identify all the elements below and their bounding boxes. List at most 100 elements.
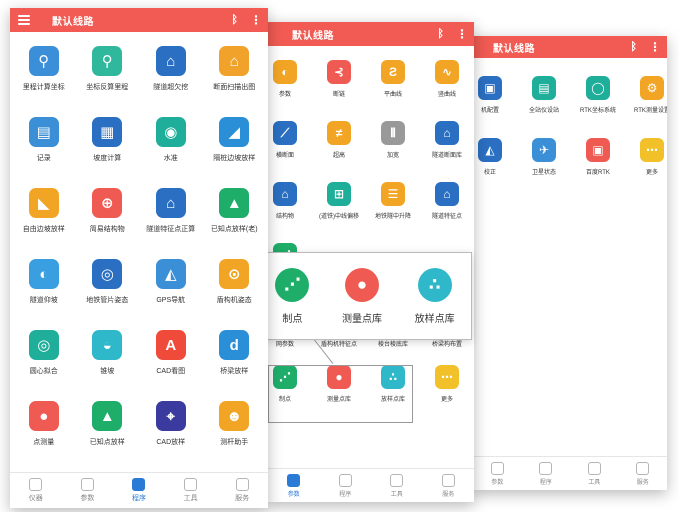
app-icon: ◭ xyxy=(478,138,502,162)
tab-params[interactable]: 参数 xyxy=(80,478,94,503)
app-tile[interactable]: ▲ 已知点放样 xyxy=(76,395,140,466)
app-tile-label: CAD放样 xyxy=(156,439,186,446)
app-tile[interactable]: ◉ 水准 xyxy=(139,111,203,182)
app-tile[interactable]: d 桥梁放样 xyxy=(203,324,267,395)
more-vert-icon[interactable]: ⋮ xyxy=(456,28,468,40)
tab-tools[interactable]: 工具 xyxy=(587,461,601,486)
app-tile[interactable]: ⚲ 里程计算坐标 xyxy=(12,40,76,111)
tab-params[interactable]: 参数 xyxy=(490,461,504,486)
app-tile-label: 更多 xyxy=(440,397,453,403)
app-icon: ⌂ xyxy=(435,121,459,145)
tab-service[interactable]: 服务 xyxy=(235,478,249,503)
app-tile[interactable]: ⫴ 加宽 xyxy=(366,115,420,176)
app-tile[interactable]: ⊕ 简易结构物 xyxy=(76,182,140,253)
app-tile[interactable]: ✈ 卫星状态 xyxy=(517,132,571,194)
tab-label: 程序 xyxy=(539,479,552,486)
app-tile[interactable]: ⋯ 更多 xyxy=(420,359,474,420)
app-bar: 默认线路 ᛒ ⋮ xyxy=(268,22,474,46)
app-tile-label: 圆心拟合 xyxy=(29,368,58,375)
app-tile[interactable]: ▣ 百度RTK xyxy=(571,132,625,194)
tools-tab-icon xyxy=(184,478,198,491)
app-tile-label: 锥坡 xyxy=(100,368,115,375)
app-tile[interactable]: ☻ 测杆助手 xyxy=(203,395,267,466)
menu-icon[interactable] xyxy=(18,15,30,25)
app-tile[interactable]: ◎ 地铁管片姿态 xyxy=(76,253,140,324)
tab-program[interactable]: 程序 xyxy=(338,473,352,498)
tab-program[interactable]: 程序 xyxy=(132,478,146,503)
tab-tools[interactable]: 工具 xyxy=(390,473,404,498)
tab-instrument[interactable]: 仪器 xyxy=(29,478,43,503)
app-tile[interactable]: ⊰ 断链 xyxy=(312,54,366,115)
bluetooth-icon[interactable]: ᛒ xyxy=(231,14,238,26)
app-tile[interactable]: ◣ 自由边坡放样 xyxy=(12,182,76,253)
app-tile[interactable]: ◯ RTK坐标系统 xyxy=(571,70,625,132)
app-tile[interactable]: ⌂ 隧道超欠挖 xyxy=(139,40,203,111)
app-tile[interactable]: ⟋ 横断面 xyxy=(268,115,312,176)
zoom-tile[interactable]: ● 测量点库 xyxy=(342,267,382,325)
tab-label: 仪器 xyxy=(28,495,43,502)
zoom-tile-label: 放样点库 xyxy=(414,313,455,325)
tab-label: 工具 xyxy=(183,495,198,502)
app-tile[interactable]: Ƨ 平曲线 xyxy=(366,54,420,115)
app-tile[interactable]: ◢ 隔桩边坡放样 xyxy=(203,111,267,182)
app-tile[interactable]: ◎ 圆心拟合 xyxy=(12,324,76,395)
tab-label: 工具 xyxy=(390,491,403,498)
tunnel-slope-icon: ◐ xyxy=(28,259,59,289)
app-tile[interactable]: ▦ 坡度计算 xyxy=(76,111,140,182)
app-tile[interactable]: ▤ 全站仪设站 xyxy=(517,70,571,132)
app-tile-label: 桥梁放样 xyxy=(220,368,249,375)
tab-service[interactable]: 服务 xyxy=(441,473,455,498)
zoom-tile[interactable]: ∴ 放样点库 xyxy=(414,267,455,325)
tab-service[interactable]: 服务 xyxy=(636,461,650,486)
tab-tools[interactable]: 工具 xyxy=(184,478,198,503)
more-vert-icon[interactable]: ⋮ xyxy=(250,14,262,26)
tab-params[interactable]: 参数 xyxy=(287,473,301,498)
bluetooth-icon[interactable]: ᛒ xyxy=(437,28,444,40)
zoom-tile[interactable]: ⋰ 制点 xyxy=(275,267,310,325)
app-tile[interactable]: ⌂ 隧道断面库 xyxy=(420,115,474,176)
app-icon: ✈ xyxy=(532,138,556,162)
bluetooth-icon[interactable]: ᛒ xyxy=(630,41,637,53)
app-tile[interactable]: ◭ 校正 xyxy=(473,132,517,194)
app-tile[interactable]: ▤ 记录 xyxy=(12,111,76,182)
app-tile[interactable]: ⌂ 结构物 xyxy=(268,176,312,237)
more-vert-icon[interactable]: ⋮ xyxy=(649,41,661,53)
zoom-tile-icon: ● xyxy=(344,267,379,302)
app-tile[interactable]: ▲ 已知点放样(老) xyxy=(203,182,267,253)
app-tile[interactable]: ⊞ (道铁)中线偏移 xyxy=(312,176,366,237)
app-tile[interactable]: ⌂ 隧道特征点正算 xyxy=(139,182,203,253)
app-tile-label: 加宽 xyxy=(386,153,399,159)
app-tile[interactable]: ◐ 隧道仰坡 xyxy=(12,253,76,324)
section-scan-icon: ⌂ xyxy=(219,46,250,76)
app-icon: ⫴ xyxy=(381,121,405,145)
app-icon: ⋯ xyxy=(435,365,459,389)
instrument-tab-icon xyxy=(29,478,43,491)
app-tile-label: 记录 xyxy=(36,155,51,162)
app-tile[interactable]: ◐ 参数 xyxy=(268,54,312,115)
app-tile[interactable]: ⚲ 坐标反算里程 xyxy=(76,40,140,111)
service-tab-icon xyxy=(235,478,249,491)
app-tile[interactable]: ▣ 机配置 xyxy=(473,70,517,132)
params-tab-icon xyxy=(287,473,301,487)
app-tile[interactable]: ◭ GPS导航 xyxy=(139,253,203,324)
app-tile[interactable]: ⌂ 断面扫描出图 xyxy=(203,40,267,111)
app-tile[interactable]: ⌖ CAD放样 xyxy=(139,395,203,466)
app-tile[interactable]: ◒ 锥坡 xyxy=(76,324,140,395)
tab-program[interactable]: 程序 xyxy=(539,461,553,486)
app-tile[interactable]: ≠ 超高 xyxy=(312,115,366,176)
app-tile[interactable]: ⋯ 更多 xyxy=(625,132,667,194)
app-tile[interactable]: ● 点测量 xyxy=(12,395,76,466)
app-tile[interactable]: ∿ 竖曲线 xyxy=(420,54,474,115)
app-tile[interactable]: ⚙ RTK测量设置 xyxy=(625,70,667,132)
program-tab-icon xyxy=(132,478,146,491)
app-tile-label: 校正 xyxy=(483,170,496,176)
app-icon: ◯ xyxy=(586,76,610,100)
app-tile[interactable]: ⌂ 隧道特征点 xyxy=(420,176,474,237)
app-tile[interactable]: ⊙ 盾构机姿态 xyxy=(203,253,267,324)
route-title: 默认线路 xyxy=(493,43,535,55)
cad-stakeout-icon: ⌖ xyxy=(155,401,186,431)
level-icon: ◉ xyxy=(155,117,186,147)
app-tile[interactable]: A CAD看图 xyxy=(139,324,203,395)
app-tile[interactable]: ☰ 地铁隧中升降 xyxy=(366,176,420,237)
app-tile-label: 盾构机特征点 xyxy=(320,342,357,348)
